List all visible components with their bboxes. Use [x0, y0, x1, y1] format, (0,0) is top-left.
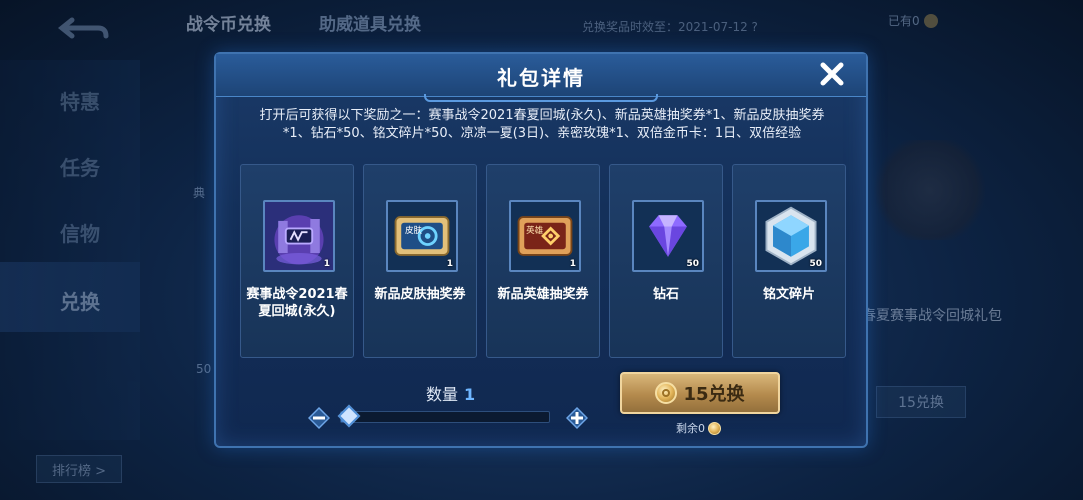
side-item-token[interactable]: 信物 [60, 218, 100, 247]
quantity-slider[interactable] [337, 404, 550, 428]
side-nav [0, 60, 140, 440]
item-name: 铭文碎片 [762, 287, 815, 302]
tab-cheer-exchange[interactable]: 助威道具兑换 [319, 10, 421, 35]
item-name: 新品皮肤抽奖券 [374, 287, 466, 302]
right-card-exchange-button[interactable]: 15兑换 [876, 386, 966, 418]
ticket-label: 皮肤 [405, 225, 423, 236]
reward-item[interactable]: 英雄 1 新品英雄抽奖券 [486, 164, 600, 358]
recall-effect-icon: 1 [263, 200, 335, 272]
skin-ticket-icon: 皮肤 1 [386, 200, 458, 272]
coin-icon [655, 382, 678, 404]
top-tabs: 战令币兑换 助威道具兑换 [186, 10, 421, 35]
right-card-name: 春夏赛事战令回城礼包 [862, 308, 1002, 324]
increase-button[interactable] [565, 406, 589, 430]
left-card-label: 典 [193, 186, 206, 200]
item-name: 钻石 [652, 287, 679, 302]
left-card-badge: 50 [196, 362, 212, 376]
reward-item[interactable]: 1 赛事战令2021春夏回城(永久) [240, 164, 354, 358]
minus-icon [307, 406, 331, 430]
reward-description: 打开后可获得以下奖励之一：赛事战令2021春夏回城(永久)、新品英雄抽奖券*1、… [259, 108, 825, 141]
side-item-task[interactable]: 任务 [60, 152, 100, 181]
quantity-label: 数量 1 [426, 385, 476, 404]
modal-title: 礼包详情 [497, 66, 585, 90]
reward-list: 1 赛事战令2021春夏回城(永久) 皮肤 1 新品皮肤抽奖券 英雄 1 新品英… [240, 164, 846, 358]
item-name: 赛事战令2021春夏回城(永久) [246, 287, 348, 319]
item-count: 50 [809, 259, 822, 269]
item-count: 1 [446, 259, 453, 269]
decrease-button[interactable] [307, 406, 331, 430]
gift-detail-modal: 礼包详情 打开后可获得以下奖励之一：赛事战令2021春夏回城(永久)、新品英雄抽… [214, 52, 868, 448]
inscription-shard-icon: 50 [755, 200, 827, 272]
quantity-value: 1 [464, 385, 476, 404]
side-item-special[interactable]: 特惠 [60, 86, 100, 115]
exchange-label: 15兑换 [683, 384, 745, 405]
rank-button[interactable]: 排行榜 > [36, 455, 122, 483]
item-count: 1 [323, 259, 330, 269]
coin-icon [923, 13, 938, 28]
close-icon [820, 62, 844, 86]
header-ornament [424, 94, 658, 102]
reward-item[interactable]: 50 铭文碎片 [732, 164, 846, 358]
reward-item[interactable]: 50 钻石 [609, 164, 723, 358]
slider-thumb[interactable] [337, 404, 361, 428]
ticket-label: 英雄 [526, 225, 544, 236]
tab-token-exchange[interactable]: 战令币兑换 [186, 10, 271, 35]
close-button[interactable] [818, 60, 846, 88]
back-arrow-icon [57, 17, 109, 39]
hero-ticket-icon: 英雄 1 [509, 200, 581, 272]
reward-item[interactable]: 皮肤 1 新品皮肤抽奖券 [363, 164, 477, 358]
plus-icon [565, 406, 589, 430]
currency-owned: 已有0 [888, 12, 938, 29]
exchange-deadline: 兑换奖品时效至：2021-07-12 ? [582, 20, 758, 34]
diamond-icon: 50 [632, 200, 704, 272]
item-name: 新品英雄抽奖券 [497, 287, 589, 302]
item-count: 1 [569, 259, 576, 269]
side-item-exchange[interactable]: 兑换 [60, 286, 100, 315]
coin-icon [708, 421, 721, 435]
helmet-icon [870, 140, 990, 240]
remaining-balance: 剩余0 [676, 420, 721, 436]
item-count: 50 [686, 259, 699, 269]
exchange-button[interactable]: 15兑换 [620, 372, 780, 414]
back-button[interactable] [57, 14, 110, 44]
